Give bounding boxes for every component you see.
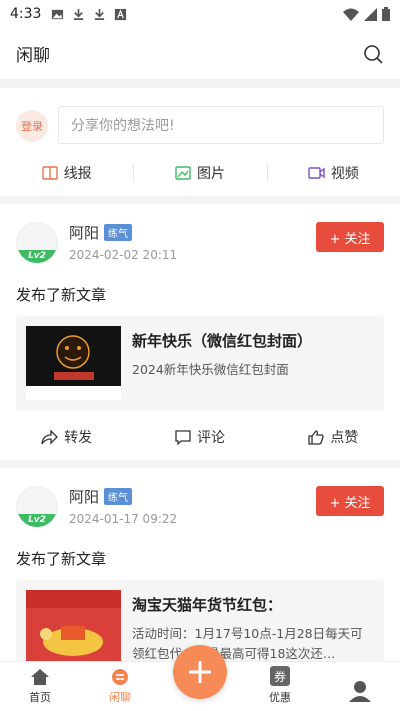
article-description: 2024新年快乐微信红包封面 (132, 362, 289, 377)
status-time: 4:33 (10, 6, 42, 22)
battery-icon (382, 7, 390, 21)
post-date: 2024-01-17 09:22 (69, 512, 178, 526)
image-icon (52, 9, 64, 19)
like-button[interactable]: 点赞 (267, 420, 400, 454)
search-icon[interactable] (362, 43, 384, 65)
signal-icon (364, 7, 377, 21)
page-title: 闲聊 (16, 46, 50, 66)
status-bar: 4:33 (0, 0, 400, 28)
article-title: 淘宝天猫年货节红包： (132, 596, 283, 614)
tab-chat[interactable]: 闲聊 (80, 662, 160, 711)
rank-badge: 练气 (104, 488, 132, 505)
book-icon (41, 166, 58, 180)
level-badge: Lv2 (17, 250, 57, 263)
article-title: 新年快乐（微信红包封面） (132, 332, 313, 350)
username[interactable]: 阿阳 (69, 486, 99, 507)
post-type-label: 视频 (330, 166, 359, 182)
download-icon (95, 8, 105, 20)
user-icon (349, 681, 371, 702)
comment-icon (175, 429, 191, 445)
coupon-icon: 券 (270, 666, 290, 686)
follow-button[interactable]: + 关注 (316, 222, 384, 252)
post-date: 2024-02-02 20:11 (69, 248, 178, 262)
svg-text:券: 券 (274, 669, 286, 684)
level-badge: Lv2 (17, 514, 57, 527)
video-icon (308, 167, 325, 179)
tab-label: 首页 (29, 691, 51, 704)
tab-profile[interactable] (320, 662, 400, 711)
tab-label: 优惠 (269, 691, 291, 704)
share-button[interactable]: 转发 (0, 420, 133, 454)
share-label: 转发 (64, 430, 93, 446)
article-thumbnail (26, 590, 121, 664)
article-description: 活动时间：1月17号10点-1月28日每天可领红包代…能量最高可得18这次还… (132, 626, 363, 661)
post-card[interactable]: Lv2 阿阳 练气 2024-01-17 09:22 + 关注 发布了新文章 淘… (0, 468, 400, 668)
avatar[interactable]: Lv2 (16, 222, 58, 264)
comment-button[interactable]: 评论 (133, 420, 266, 454)
tab-home[interactable]: 首页 (0, 662, 80, 711)
home-icon (31, 669, 49, 685)
article-preview[interactable]: 新年快乐（微信红包封面） 2024新年快乐微信红包封面 (16, 316, 384, 410)
post-type-label: 图片 (196, 166, 225, 182)
app-header: 闲聊 (0, 28, 400, 80)
comment-label: 评论 (196, 430, 225, 446)
post-type-news[interactable]: 线报 (0, 156, 133, 190)
avatar[interactable]: Lv2 (16, 486, 58, 528)
a-box-icon (115, 8, 127, 20)
share-input[interactable]: 分享你的想法吧! (58, 106, 384, 144)
composer: 登录 分享你的想法吧! 线报 图片 视频 (0, 88, 400, 196)
image-icon (175, 166, 191, 180)
tab-coupons[interactable]: 券 优惠 (240, 662, 320, 711)
download-icon (74, 8, 84, 20)
login-button[interactable]: 登录 (16, 110, 48, 142)
post-type-video[interactable]: 视频 (266, 156, 400, 190)
post-action: 发布了新文章 (16, 550, 107, 568)
post-card[interactable]: Lv2 阿阳 练气 2024-02-02 20:11 + 关注 发布了新文章 新… (0, 204, 400, 460)
rank-badge: 练气 (104, 224, 132, 241)
plus-icon (189, 661, 211, 683)
follow-button[interactable]: + 关注 (316, 486, 384, 516)
create-post-button[interactable] (173, 645, 227, 699)
tab-label: 闲聊 (109, 691, 131, 704)
post-type-image[interactable]: 图片 (133, 156, 266, 190)
like-label: 点赞 (330, 430, 359, 446)
username[interactable]: 阿阳 (69, 222, 99, 243)
post-type-label: 线报 (63, 166, 92, 182)
post-type-bar: 线报 图片 视频 (0, 156, 400, 190)
share-icon (41, 429, 59, 445)
post-actions: 转发 评论 点赞 (0, 420, 400, 454)
post-action: 发布了新文章 (16, 286, 107, 304)
thumbs-up-icon (308, 429, 324, 445)
article-thumbnail (26, 326, 121, 400)
chat-icon (112, 669, 128, 685)
wifi-icon (343, 8, 359, 21)
